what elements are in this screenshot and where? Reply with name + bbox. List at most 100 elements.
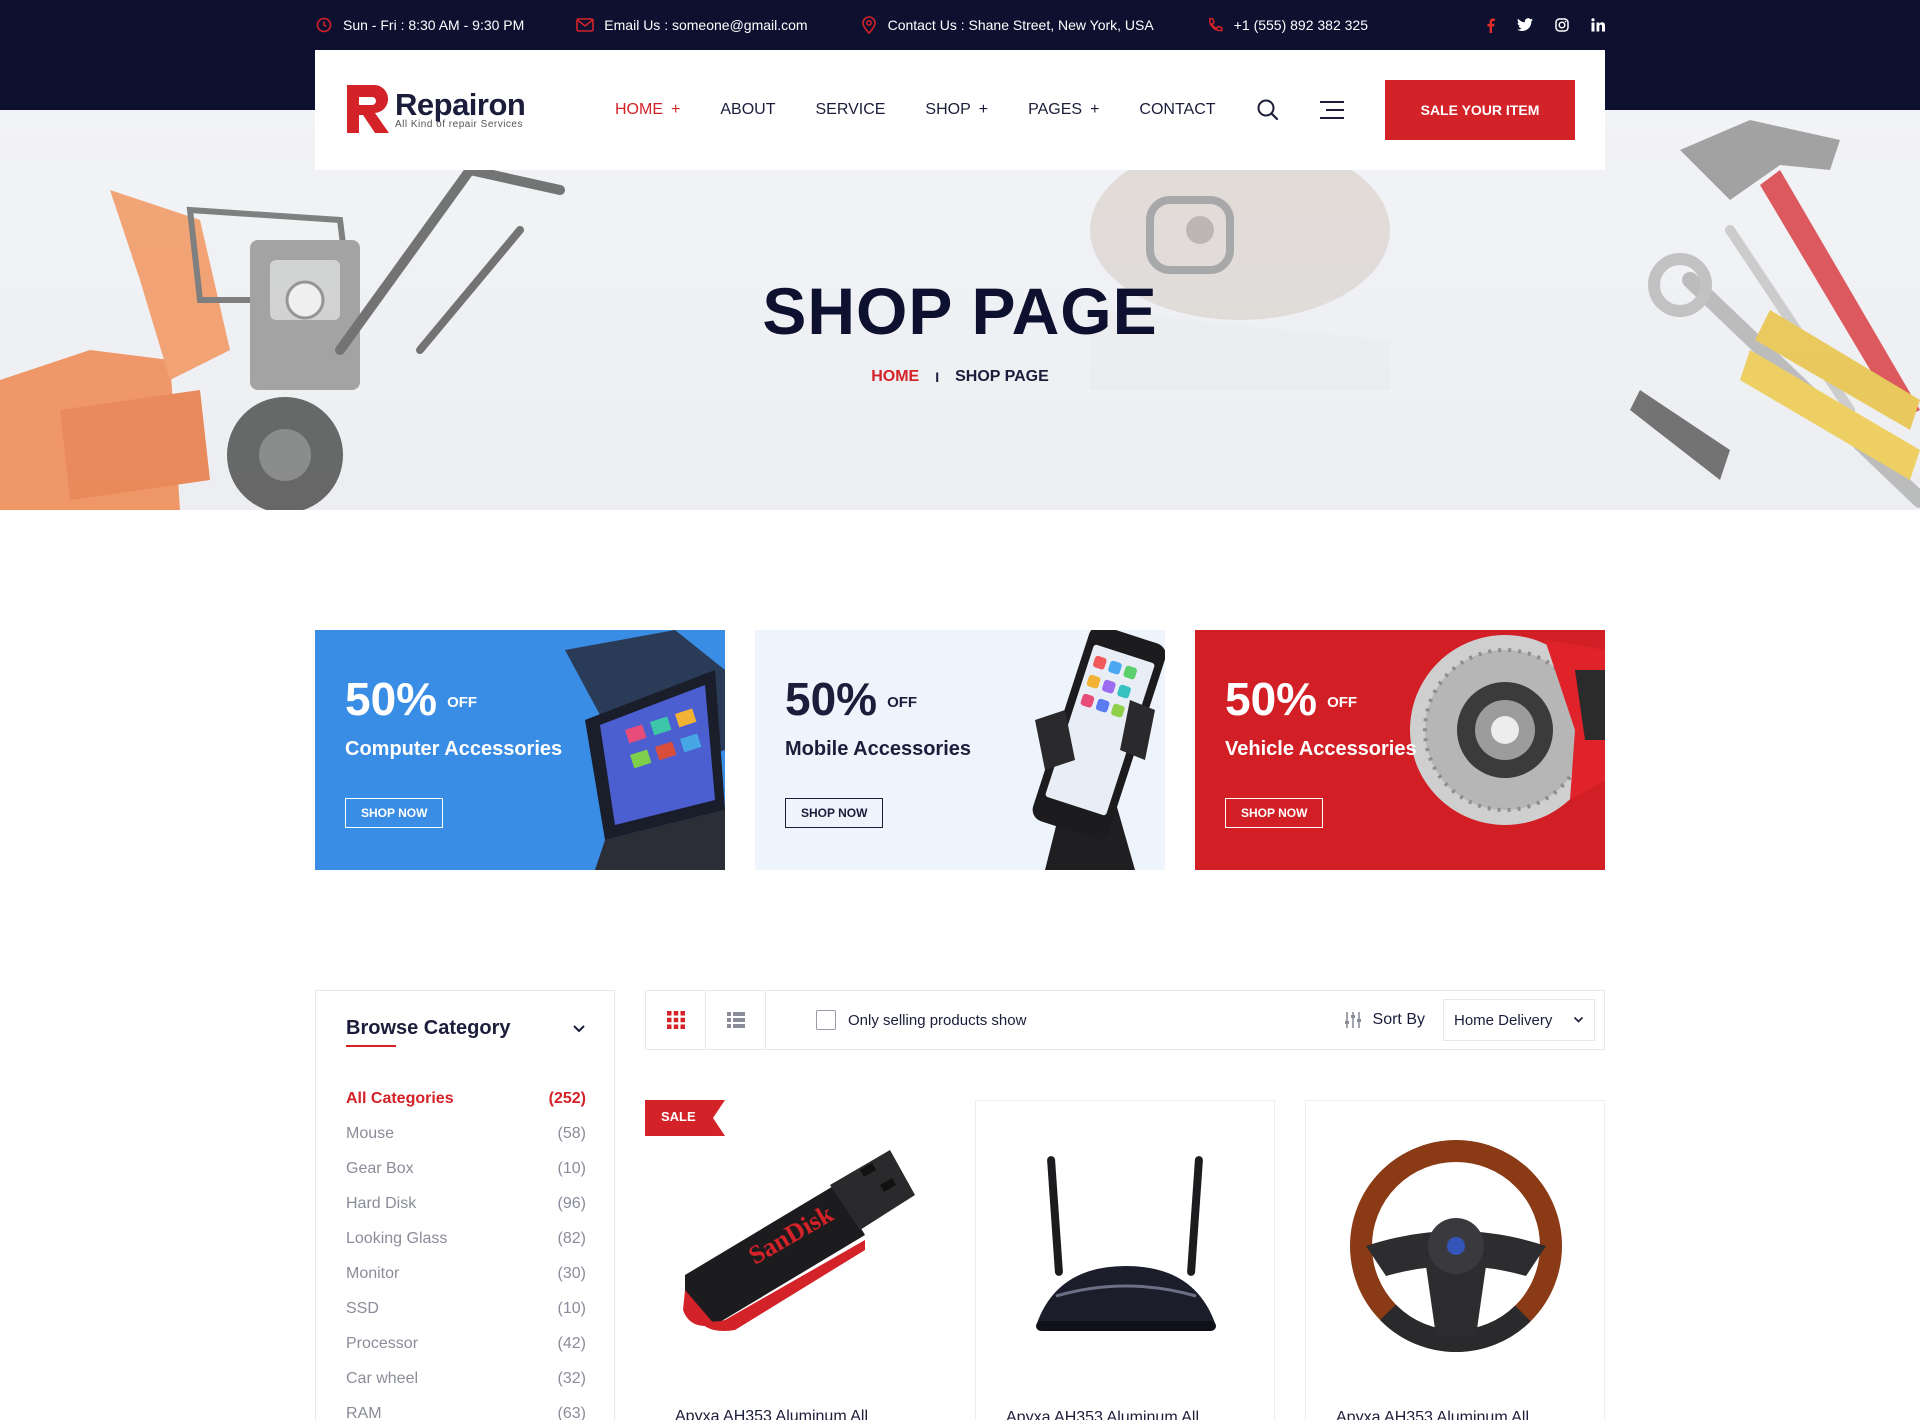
category-name: Mouse (346, 1124, 395, 1142)
category-name: Monitor (346, 1264, 400, 1282)
chevron-down-icon[interactable] (572, 1024, 586, 1034)
list-icon (726, 1012, 745, 1028)
discount-off-label: OFF (447, 694, 478, 711)
only-selling-checkbox[interactable] (816, 1010, 836, 1030)
only-selling-toggle[interactable]: Only selling products show (816, 1010, 1026, 1030)
category-item[interactable]: Processor (42) (346, 1326, 586, 1361)
sale-badge: SALE (645, 1100, 725, 1136)
shop-toolbar: Only selling products show Sort By Home … (645, 990, 1605, 1050)
category-item[interactable]: Gear Box (10) (346, 1151, 586, 1186)
usb-drive-image: SanDisk (683, 1150, 915, 1331)
hours-text: Sun - Fri : 8:30 AM - 9:30 PM (343, 17, 525, 33)
discount-off-label: OFF (887, 694, 918, 711)
title-underline (346, 1045, 396, 1047)
product-name[interactable]: Apyxa AH353 Aluminum All (675, 1408, 868, 1420)
phone-info[interactable]: +1 (555) 892 382 325 (1206, 16, 1368, 34)
brand-logo[interactable]: Repairon All Kind of repair Services (345, 83, 526, 135)
category-item[interactable]: Car wheel (32) (346, 1361, 586, 1396)
nav-item-shop[interactable]: SHOP + (925, 101, 988, 119)
search-icon[interactable] (1255, 97, 1281, 123)
category-name: SSD (346, 1299, 379, 1317)
email-info[interactable]: Email Us : someone@gmail.com (576, 16, 808, 34)
brake-disc-image (1410, 635, 1605, 825)
category-item[interactable]: SSD (10) (346, 1291, 586, 1326)
hours-info: Sun - Fri : 8:30 AM - 9:30 PM (315, 16, 524, 34)
category-count: (63) (557, 1404, 586, 1420)
category-name: All Categories (346, 1089, 454, 1107)
sliders-icon (1344, 1012, 1361, 1028)
nav-item-pages[interactable]: PAGES + (1028, 101, 1099, 119)
product-name[interactable]: Apyxa AH353 Aluminum All (1336, 1409, 1529, 1420)
nav-label: PAGES (1028, 101, 1083, 118)
breadcrumb-separator: I (935, 369, 940, 385)
phone-icon (1206, 16, 1224, 34)
category-item[interactable]: RAM (63) (346, 1396, 586, 1420)
product-card[interactable]: SanDisk Apyxa AH353 Aluminum All (645, 1100, 945, 1420)
category-count: (10) (557, 1159, 586, 1177)
category-name: RAM (346, 1404, 382, 1420)
discount-percent: 50% (345, 673, 438, 725)
address-text: Contact Us : Shane Street, New York, USA (887, 17, 1154, 33)
plus-icon: + (978, 101, 989, 118)
only-selling-label: Only selling products show (848, 1011, 1027, 1029)
facebook-icon[interactable] (1486, 18, 1495, 33)
category-item[interactable]: All Categories (252) (346, 1081, 586, 1116)
nav-label: HOME (615, 101, 663, 118)
promo-computer-accessories: 50% OFF Computer Accessories SHOP NOW (315, 630, 725, 870)
chevron-down-icon (1573, 1016, 1584, 1023)
promo-title: Computer Accessories (345, 738, 563, 760)
category-item[interactable]: Monitor (30) (346, 1256, 586, 1291)
linkedin-icon[interactable] (1591, 18, 1605, 32)
category-name: Car wheel (346, 1369, 419, 1387)
shop-now-button[interactable]: SHOP NOW (1225, 798, 1324, 828)
sidebar-header[interactable]: Browse Category (346, 1017, 586, 1040)
category-count: (10) (557, 1299, 586, 1317)
promo-discount: 50% OFF (1225, 675, 1357, 723)
location-pin-icon (860, 16, 878, 34)
nav-label: CONTACT (1139, 101, 1216, 118)
plus-icon: + (671, 101, 681, 118)
plus-icon: + (1090, 101, 1100, 118)
instagram-icon[interactable] (1555, 18, 1569, 32)
product-name[interactable]: Apyxa AH353 Aluminum All (1006, 1409, 1199, 1420)
nav-item-about[interactable]: ABOUT (720, 101, 775, 119)
sidebar-title: Browse Category (346, 1017, 511, 1039)
category-count: (30) (557, 1264, 586, 1282)
category-count: (58) (557, 1124, 586, 1142)
brand-name: Repairon (395, 86, 526, 122)
product-card[interactable]: Apyxa AH353 Aluminum All (975, 1100, 1275, 1420)
nav-item-service[interactable]: SERVICE (815, 101, 885, 119)
category-item[interactable]: Looking Glass (82) (346, 1221, 586, 1256)
page-title: SHOP PAGE (762, 274, 1158, 348)
twitter-icon[interactable] (1517, 18, 1533, 32)
sale-your-item-button[interactable]: SALE YOUR ITEM (1385, 80, 1575, 140)
breadcrumb-home-link[interactable]: HOME (871, 368, 919, 386)
category-item[interactable]: Mouse (58) (346, 1116, 586, 1151)
shop-now-button[interactable]: SHOP NOW (345, 798, 444, 828)
category-name: Gear Box (346, 1159, 414, 1177)
email-text[interactable]: Email Us : someone@gmail.com (604, 17, 807, 33)
address-info: Contact Us : Shane Street, New York, USA (860, 16, 1154, 34)
promo-mobile-accessories: 50% OFF Mobile Accessories SHOP NOW (755, 630, 1165, 870)
category-item[interactable]: Hard Disk (96) (346, 1186, 586, 1221)
category-count: (32) (557, 1369, 586, 1387)
grid-view-button[interactable] (646, 991, 706, 1049)
top-bar-info: Sun - Fri : 8:30 AM - 9:30 PM Email Us :… (315, 0, 1605, 50)
hamburger-menu-icon[interactable] (1318, 98, 1346, 122)
phone-text[interactable]: +1 (555) 892 382 325 (1234, 17, 1368, 33)
sort-select[interactable]: Home Delivery (1443, 999, 1595, 1041)
sort-select-value: Home Delivery (1454, 1011, 1553, 1029)
shop-now-button[interactable]: SHOP NOW (785, 798, 884, 828)
nav-item-contact[interactable]: CONTACT (1139, 101, 1215, 119)
category-list: All Categories (252) Mouse (58) Gear Box (1… (346, 1081, 586, 1420)
category-count: (252) (548, 1089, 586, 1107)
nav-item-home[interactable]: HOME + (615, 101, 680, 119)
list-view-button[interactable] (706, 991, 766, 1049)
nav-label: ABOUT (720, 101, 776, 118)
category-name: Hard Disk (346, 1194, 417, 1212)
product-card[interactable]: Apyxa AH353 Aluminum All (1305, 1100, 1605, 1420)
repairon-logo-icon (347, 84, 389, 133)
category-sidebar: Browse Category All Categories (252) Mous… (315, 990, 615, 1420)
category-count: (96) (557, 1194, 586, 1212)
envelope-icon (576, 16, 595, 34)
